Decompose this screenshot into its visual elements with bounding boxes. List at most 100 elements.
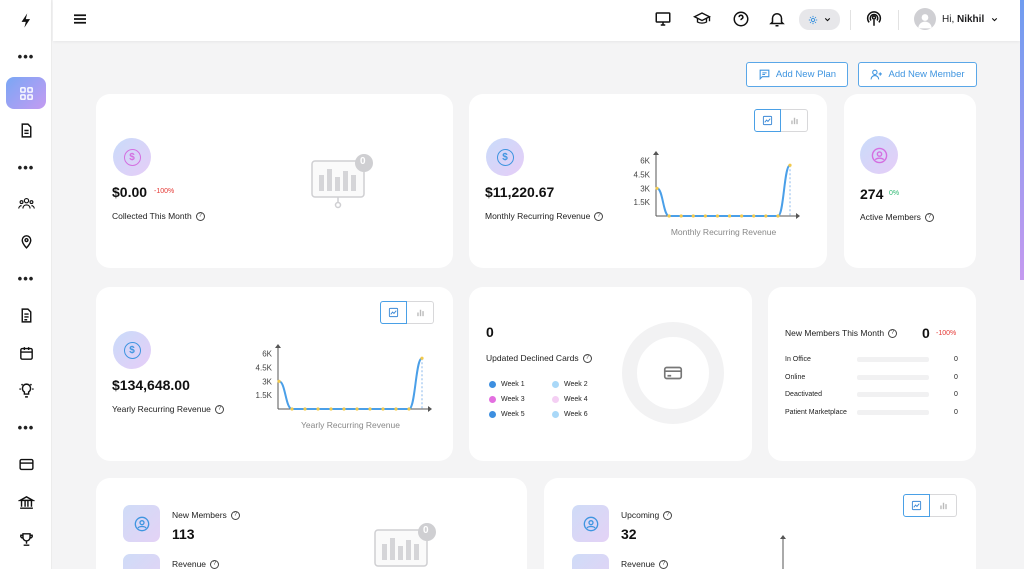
breakdown-row: Deactivated 0 [785,391,961,398]
y-tick-label: 6K [640,157,650,166]
y-tick-label: 1.5K [256,391,273,400]
sidebar-item-bank[interactable] [0,487,52,517]
credit-card-icon [18,458,34,470]
data-point [368,407,372,411]
user-circle-icon [572,505,609,542]
sidebar: ••• ••• ••• ••• [0,0,52,569]
user-menu[interactable]: Hi, Nikhil [914,8,999,30]
legend-item: Week 2 [552,381,615,388]
help-icon[interactable] [732,10,750,28]
line-chart-icon[interactable] [903,494,930,517]
help-icon[interactable]: ? [663,510,673,520]
breakdown-value: 0 [954,373,958,381]
help-icon[interactable]: ? [888,328,898,338]
chart-type-toggle[interactable] [380,301,434,324]
legend-dot [489,381,496,388]
chart-type-toggle[interactable] [754,109,808,132]
sidebar-item-locations[interactable] [0,226,52,256]
file-text-icon [21,307,31,323]
legend-item: Week 4 [552,396,615,403]
graduation-cap-icon[interactable] [693,10,711,28]
user-silhouette-icon [918,14,932,29]
chevron-down-icon [992,17,998,21]
sidebar-item-calendar[interactable] [0,338,52,368]
breakdown-value: 0 [954,391,958,398]
theme-toggle[interactable] [799,9,840,30]
x-axis-label: Yearly Recurring Revenue [301,420,400,430]
logo-bolt-icon[interactable] [0,5,52,35]
help-icon[interactable]: ? [594,211,604,221]
breakdown-label: Online [785,373,806,381]
empty-count: 0 [360,156,366,167]
help-icon[interactable]: ? [582,353,592,363]
calendar-icon [19,346,33,360]
sidebar-more-icon[interactable]: ••• [0,263,52,293]
add-new-plan-button[interactable]: Add New Plan [746,62,848,87]
legend-label: Week 6 [564,411,588,418]
monthly-revenue-card: $ $11,220.67 Monthly Recurring Revenue? … [469,94,827,268]
podcast-icon[interactable] [865,10,883,28]
y-tick-label: 3K [262,377,272,386]
avatar [914,8,936,30]
breakdown-value: 0 [954,356,958,363]
data-point [703,214,707,218]
data-point [655,186,659,190]
sidebar-item-dashboard[interactable] [6,77,46,109]
breakdown-bar [857,409,929,415]
line-chart-icon[interactable] [754,109,781,132]
help-icon[interactable]: ? [214,404,224,414]
breakdown-label: Deactivated [785,391,822,398]
sidebar-more-icon[interactable]: ••• [0,412,52,442]
declined-label: Updated Declined Cards? [486,353,592,363]
y-tick-label: 4.5K [634,170,651,179]
bar-chart-icon[interactable] [781,109,808,132]
legend-label: Week 4 [564,396,588,403]
new-members-title: New Members This Month? [785,328,898,338]
bank-icon [17,495,35,509]
sidebar-more-icon[interactable]: ••• [0,41,52,71]
line-chart-icon[interactable] [380,301,407,324]
chart-type-toggle[interactable] [903,494,957,517]
collected-change: -100% [154,188,175,195]
sidebar-item-payments[interactable] [0,449,52,479]
monitor-icon[interactable] [654,10,672,28]
sidebar-item-reports[interactable] [0,300,52,330]
collected-card: $ $0.00 -100% Collected This Month? 0 [96,94,453,268]
sidebar-item-members[interactable] [0,188,52,218]
yearly-revenue-chart: 1.5K 3K 4.5K 6K Yearly Recurring Revenue [256,344,432,430]
legend-dot [552,381,559,388]
data-point [407,407,411,411]
empty-chart-illustration: 0 [373,522,439,569]
user-greeting: Hi, Nikhil [942,13,985,25]
bar-chart-icon[interactable] [930,494,957,517]
active-change: 0% [889,190,900,197]
legend-dot [489,411,496,418]
new-members-label: New Members? [172,510,240,520]
menu-icon[interactable] [71,10,89,28]
legend-item: Week 3 [489,396,552,403]
help-icon[interactable]: ? [230,510,240,520]
sidebar-item-documents[interactable] [0,115,52,145]
scrollbar[interactable] [1020,0,1024,280]
bar-chart-icon[interactable] [407,301,434,324]
help-icon[interactable]: ? [659,559,669,569]
data-point [715,214,720,218]
collected-label: Collected This Month? [112,211,205,221]
bell-icon[interactable] [768,10,786,28]
grid-icon [19,86,33,100]
legend-label: Week 3 [501,396,525,403]
sidebar-item-rewards[interactable] [0,524,52,554]
monthly-label: Monthly Recurring Revenue? [485,211,604,221]
help-icon[interactable]: ? [210,559,220,569]
dollar-icon: $ [486,138,524,176]
help-icon[interactable]: ? [924,212,934,222]
sidebar-more-icon[interactable]: ••• [0,152,52,182]
new-members-value: 0 [922,325,930,341]
user-circle-icon [860,136,898,174]
sidebar-item-ideas[interactable] [0,375,52,405]
y-tick-label: 6K [262,350,272,359]
add-new-member-button[interactable]: Add New Member [858,62,977,87]
legend-item: Week 1 [489,381,552,388]
help-icon[interactable]: ? [195,211,205,221]
data-point [752,214,756,218]
